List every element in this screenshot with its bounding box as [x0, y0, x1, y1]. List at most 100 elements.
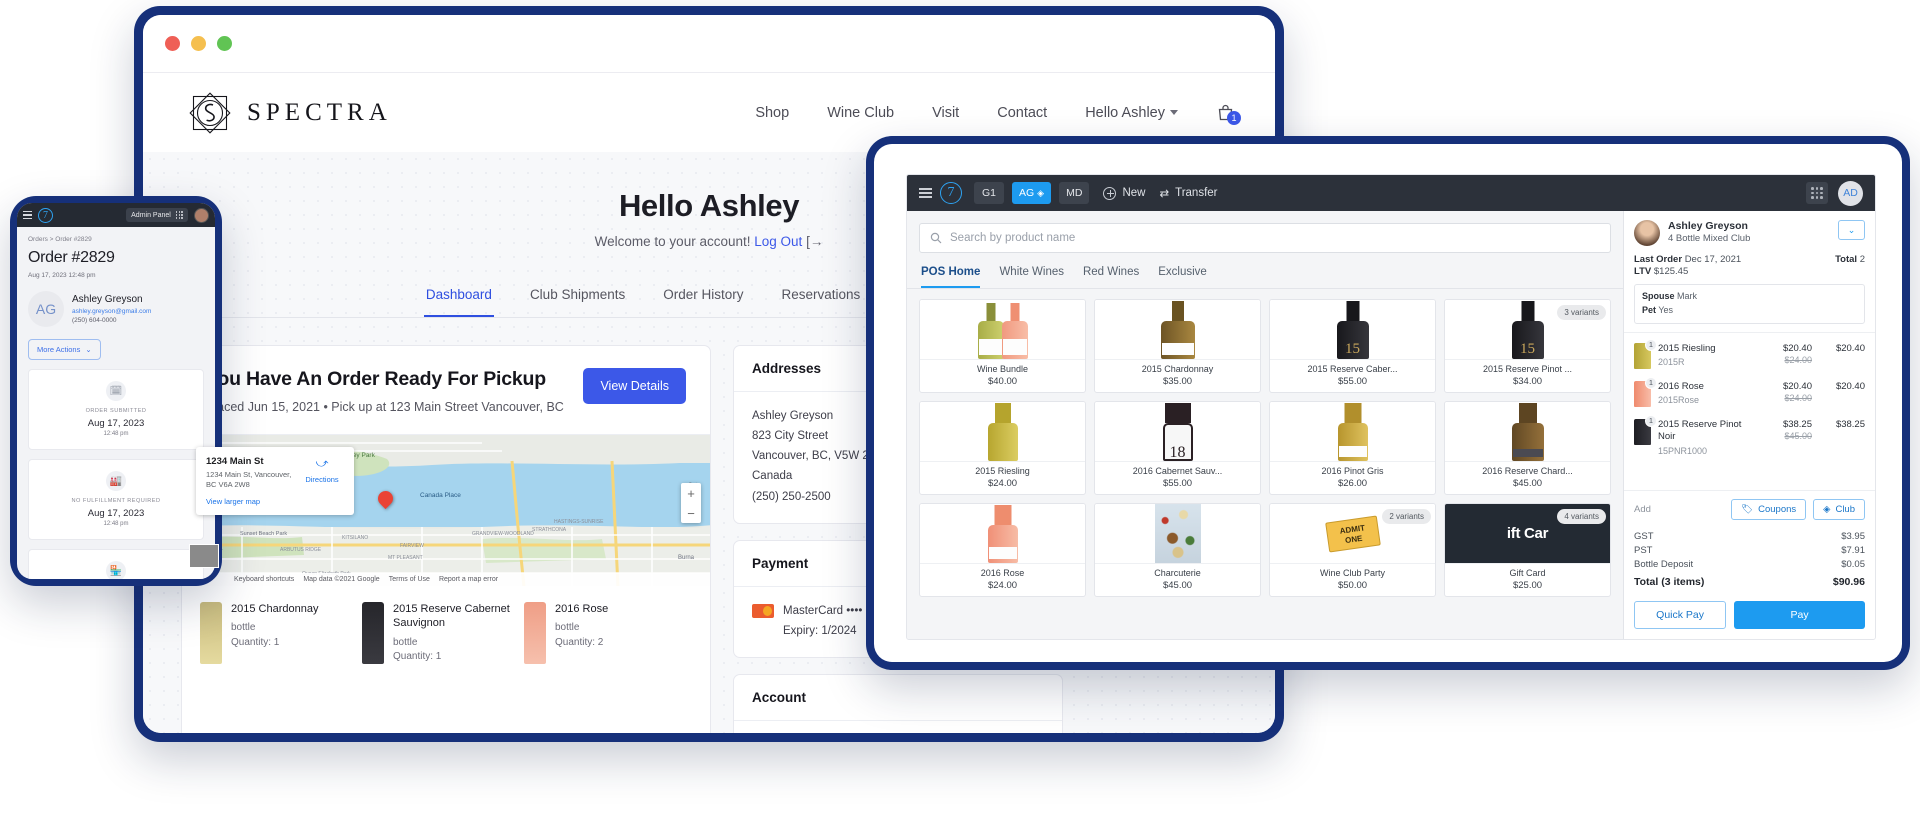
- cart-item[interactable]: 1 2015 Riesling 2015R $20.40 $24.00 $20.…: [1634, 337, 1865, 375]
- view-details-button[interactable]: View Details: [583, 368, 686, 404]
- variant-badge: 2 variants: [1382, 509, 1431, 524]
- order-date: Aug 17, 2023 12:48 pm: [28, 272, 96, 279]
- account-menu[interactable]: Hello Ashley: [1085, 105, 1178, 121]
- register-tab-g1[interactable]: G1: [974, 182, 1004, 204]
- map-larger-link[interactable]: View larger map: [206, 497, 294, 506]
- spectra-diamond-logo-icon: [187, 90, 233, 136]
- map-zoom-in-button[interactable]: +: [681, 483, 701, 503]
- hamburger-menu-icon[interactable]: [919, 188, 932, 198]
- product-price: $35.00: [1162, 376, 1193, 387]
- new-order-button[interactable]: New: [1103, 186, 1145, 200]
- tab-club-shipments[interactable]: Club Shipments: [528, 287, 627, 317]
- pos-app: 7 G1 AG ◈ MD New ⇄ Transfer AD Search by…: [906, 174, 1876, 640]
- cart-item[interactable]: 1 2015 Reserve Pinot Noir 15PNR1000 $38.…: [1634, 413, 1865, 462]
- pst-label: PST: [1634, 545, 1653, 556]
- cart-item-qty: 1: [1645, 338, 1657, 351]
- quick-pay-button[interactable]: Quick Pay: [1634, 601, 1727, 629]
- zoom-icon[interactable]: [217, 36, 232, 51]
- ltv-label: LTV: [1634, 266, 1652, 277]
- bottle-icon: 15: [1336, 301, 1369, 359]
- tab-pos-home[interactable]: POS Home: [921, 266, 981, 288]
- product-card[interactable]: 3 variants 15 2015 Reserve Pinot ... $34…: [1444, 299, 1611, 393]
- pos-catalog: Search by product name POS Home White Wi…: [907, 211, 1623, 639]
- map-streetview-thumbnail[interactable]: [189, 544, 219, 568]
- product-card[interactable]: Wine Bundle $40.00: [919, 299, 1086, 393]
- chevron-down-icon: ⌄: [85, 345, 92, 354]
- register-tab-ag[interactable]: AG ◈: [1012, 182, 1052, 204]
- timeline-step-time: 12:48 pm: [103, 521, 129, 527]
- pos-main: Search by product name POS Home White Wi…: [907, 211, 1875, 639]
- svg-text:GRANDVIEW-WOODLAND: GRANDVIEW-WOODLAND: [472, 531, 534, 537]
- order-item-name: 2015 Chardonnay: [231, 603, 319, 615]
- nav-link-contact[interactable]: Contact: [997, 105, 1047, 121]
- product-name: 2016 Rose: [980, 568, 1025, 578]
- more-actions-label: More Actions: [37, 345, 81, 354]
- cart-item-qty: 1: [1645, 414, 1657, 427]
- product-card[interactable]: Charcuterie $45.00: [1094, 503, 1261, 597]
- customer-avatar: [1634, 220, 1660, 246]
- nav-link-shop[interactable]: Shop: [755, 105, 789, 121]
- map-report-link[interactable]: Report a map error: [439, 576, 498, 583]
- map-keyboard-shortcuts[interactable]: Keyboard shortcuts: [234, 576, 294, 583]
- map-terms-link[interactable]: Terms of Use: [389, 576, 430, 583]
- more-actions-button[interactable]: More Actions ⌄: [28, 339, 101, 360]
- directions-icon: ⤻: [315, 456, 329, 470]
- total-row-gst: GST $3.95: [1634, 530, 1865, 544]
- admin-panel-button[interactable]: Admin Panel: [126, 208, 188, 222]
- hamburger-menu-icon[interactable]: [23, 211, 32, 219]
- pos-customer-name: Ashley Greyson: [1668, 220, 1748, 232]
- pickup-title: You Have An Order Ready For Pickup: [206, 368, 546, 390]
- tab-white-wines[interactable]: White Wines: [999, 266, 1064, 288]
- customer-email[interactable]: ashley.greyson@gmail.com: [72, 308, 151, 315]
- product-card[interactable]: 2015 Chardonnay $35.00: [1094, 299, 1261, 393]
- transfer-button[interactable]: ⇄ Transfer: [1159, 186, 1217, 200]
- avatar[interactable]: [194, 207, 209, 223]
- club-button[interactable]: ◈ Club: [1813, 498, 1865, 520]
- product-card[interactable]: 4 variants ift Car Gift Card $25.00: [1444, 503, 1611, 597]
- product-card[interactable]: 15 2015 Reserve Caber... $55.00: [1269, 299, 1436, 393]
- close-icon[interactable]: [165, 36, 180, 51]
- pickup-map[interactable]: Stanley Park Canada Place Sunset Beach P…: [182, 434, 710, 586]
- map-info-card[interactable]: 1234 Main St 1234 Main St, Vancouver, BC…: [196, 447, 354, 516]
- product-card[interactable]: 18 2016 Cabernet Sauv... $55.00: [1094, 401, 1261, 495]
- tab-reservations[interactable]: Reservations: [780, 287, 863, 317]
- product-card[interactable]: 2016 Rose $24.00: [919, 503, 1086, 597]
- product-name: 2015 Riesling: [975, 466, 1030, 476]
- product-name: Wine Bundle: [976, 364, 1029, 374]
- tab-order-history[interactable]: Order History: [661, 287, 745, 317]
- register-tab-md[interactable]: MD: [1059, 182, 1090, 204]
- seven-logo-icon[interactable]: 7: [38, 207, 53, 223]
- pos-customer-ltv: LTV $125.45: [1634, 266, 1865, 277]
- map-directions-button[interactable]: ⤻ Directions: [300, 456, 344, 506]
- product-search-field[interactable]: Search by product name: [919, 223, 1611, 253]
- product-card[interactable]: 2015 Riesling $24.00: [919, 401, 1086, 495]
- map-zoom-controls[interactable]: + −: [681, 483, 701, 523]
- seven-logo-icon[interactable]: 7: [940, 182, 962, 204]
- minimize-icon[interactable]: [191, 36, 206, 51]
- coupons-button[interactable]: 🏷 Coupons: [1731, 498, 1807, 520]
- map-zoom-out-button[interactable]: −: [681, 503, 701, 523]
- breadcrumb[interactable]: Orders > Order #2829: [28, 236, 204, 243]
- tab-exclusive[interactable]: Exclusive: [1158, 266, 1207, 288]
- tab-red-wines[interactable]: Red Wines: [1083, 266, 1139, 288]
- bottle-thumbnail-icon: 1: [1634, 414, 1657, 445]
- nav-link-wine-club[interactable]: Wine Club: [827, 105, 894, 121]
- customer-phone: (250) 604-0000: [72, 317, 117, 324]
- pay-button[interactable]: Pay: [1734, 601, 1865, 629]
- logout-link[interactable]: Log Out: [754, 234, 802, 249]
- chevron-down-icon: [1170, 110, 1178, 115]
- nav-link-visit[interactable]: Visit: [932, 105, 959, 121]
- product-card[interactable]: 2 variants ADMIT ONE Wine Club Party $50.…: [1269, 503, 1436, 597]
- product-card[interactable]: 2016 Reserve Chard... $45.00: [1444, 401, 1611, 495]
- cart-line-items: 1 2015 Riesling 2015R $20.40 $24.00 $20.…: [1624, 333, 1875, 490]
- tab-dashboard[interactable]: Dashboard: [423, 287, 494, 317]
- cart-button[interactable]: 1: [1216, 103, 1241, 125]
- product-card[interactable]: 2016 Pinot Gris $26.00: [1269, 401, 1436, 495]
- cart-item[interactable]: 1 2016 Rose 2015Rose $20.40 $24.00 $20.4…: [1634, 375, 1865, 413]
- customer-expand-button[interactable]: ⌄: [1838, 220, 1865, 240]
- order-item: 2016 Rose bottle Quantity: 2: [524, 602, 680, 665]
- apps-grid-icon[interactable]: [1806, 182, 1828, 204]
- brand[interactable]: SPECTRA: [187, 90, 392, 136]
- total-row-pst: PST $7.91: [1634, 544, 1865, 558]
- user-avatar[interactable]: AD: [1838, 180, 1863, 206]
